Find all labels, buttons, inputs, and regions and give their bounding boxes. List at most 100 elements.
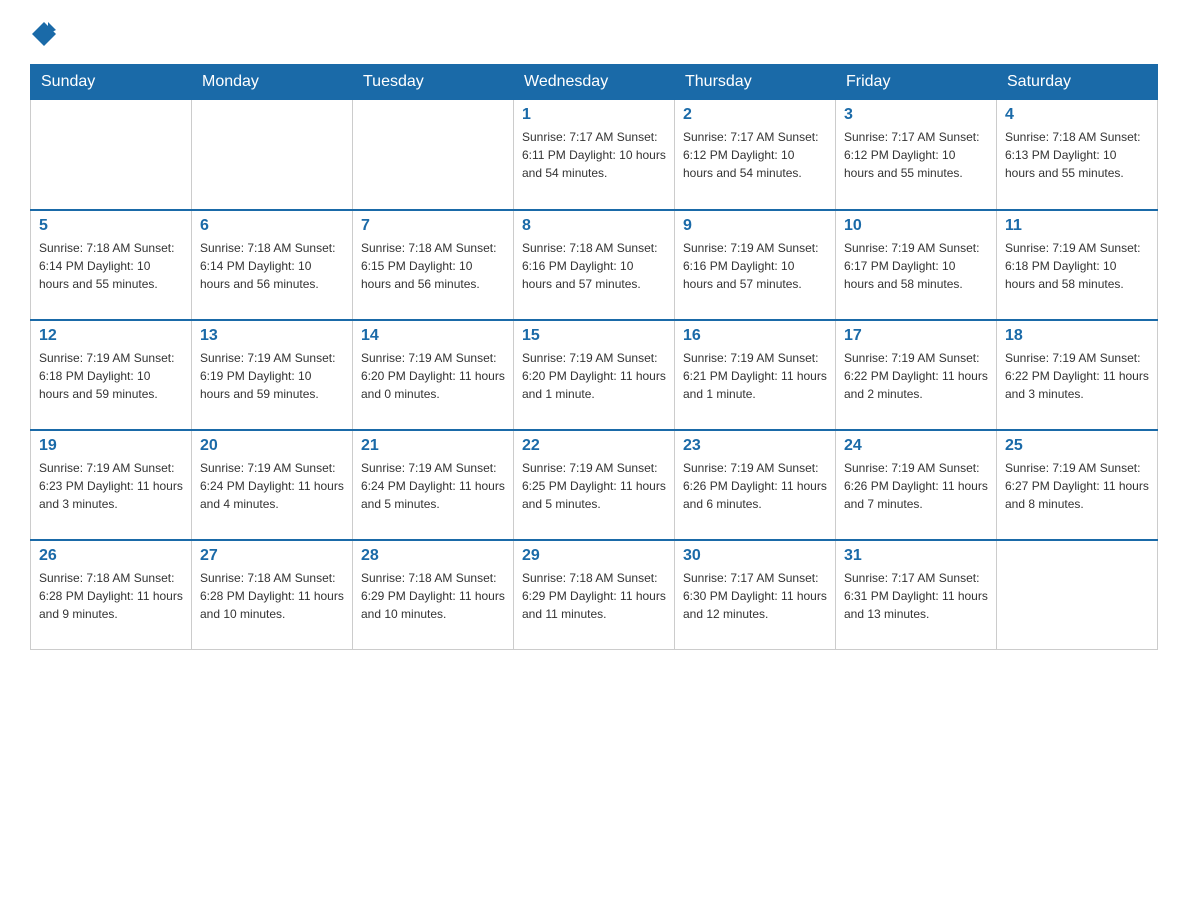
calendar-cell: 2 Sunrise: 7:17 AM Sunset: 6:12 PM Daylig…: [675, 100, 836, 210]
day-info: Sunrise: 7:19 AM Sunset: 6:17 PM Dayligh…: [844, 239, 988, 293]
day-info: Sunrise: 7:18 AM Sunset: 6:16 PM Dayligh…: [522, 239, 666, 293]
calendar-cell: 26 Sunrise: 7:18 AM Sunset: 6:28 PM Dayli…: [31, 540, 192, 650]
logo-flag-icon: [30, 20, 58, 48]
day-number: 6: [200, 217, 344, 235]
calendar-header-saturday: Saturday: [997, 65, 1158, 100]
calendar-cell: 21 Sunrise: 7:19 AM Sunset: 6:24 PM Dayli…: [353, 430, 514, 540]
day-info: Sunrise: 7:18 AM Sunset: 6:13 PM Dayligh…: [1005, 128, 1149, 182]
calendar-cell: [192, 100, 353, 210]
calendar-cell: 19Sunrise: 7:19 AM Sunset: 6:23 PM Dayli…: [31, 430, 192, 540]
day-number: 2: [683, 106, 827, 124]
calendar-cell: 17 Sunrise: 7:19 AM Sunset: 6:22 PM Dayli…: [836, 320, 997, 430]
calendar-cell: 9 Sunrise: 7:19 AM Sunset: 6:16 PM Daylig…: [675, 210, 836, 320]
day-info: Sunrise: 7:17 AM Sunset: 6:30 PM Dayligh…: [683, 569, 827, 623]
calendar-cell: 7 Sunrise: 7:18 AM Sunset: 6:15 PM Daylig…: [353, 210, 514, 320]
day-number: 28: [361, 547, 505, 565]
day-info: Sunrise: 7:18 AM Sunset: 6:14 PM Dayligh…: [39, 239, 183, 293]
day-info: Sunrise: 7:17 AM Sunset: 6:11 PM Dayligh…: [522, 128, 666, 182]
day-number: 15: [522, 327, 666, 345]
calendar-cell: 14Sunrise: 7:19 AM Sunset: 6:20 PM Dayli…: [353, 320, 514, 430]
day-info: Sunrise: 7:18 AM Sunset: 6:14 PM Dayligh…: [200, 239, 344, 293]
day-info: Sunrise: 7:19 AM Sunset: 6:25 PM Dayligh…: [522, 459, 666, 513]
calendar-cell: 16 Sunrise: 7:19 AM Sunset: 6:21 PM Dayli…: [675, 320, 836, 430]
day-number: 1: [522, 106, 666, 124]
calendar-cell: 28 Sunrise: 7:18 AM Sunset: 6:29 PM Dayli…: [353, 540, 514, 650]
day-number: 24: [844, 437, 988, 455]
calendar-cell: 18Sunrise: 7:19 AM Sunset: 6:22 PM Dayli…: [997, 320, 1158, 430]
calendar-week-row: 1 Sunrise: 7:17 AM Sunset: 6:11 PM Daylig…: [31, 100, 1158, 210]
day-number: 22: [522, 437, 666, 455]
day-number: 14: [361, 327, 505, 345]
day-info: Sunrise: 7:17 AM Sunset: 6:31 PM Dayligh…: [844, 569, 988, 623]
calendar-cell: 10Sunrise: 7:19 AM Sunset: 6:17 PM Dayli…: [836, 210, 997, 320]
day-info: Sunrise: 7:19 AM Sunset: 6:26 PM Dayligh…: [683, 459, 827, 513]
day-info: Sunrise: 7:19 AM Sunset: 6:19 PM Dayligh…: [200, 349, 344, 403]
day-number: 19: [39, 437, 183, 455]
day-info: Sunrise: 7:19 AM Sunset: 6:20 PM Dayligh…: [522, 349, 666, 403]
day-info: Sunrise: 7:17 AM Sunset: 6:12 PM Dayligh…: [844, 128, 988, 182]
day-number: 5: [39, 217, 183, 235]
day-number: 29: [522, 547, 666, 565]
day-number: 26: [39, 547, 183, 565]
day-number: 9: [683, 217, 827, 235]
calendar-header-sunday: Sunday: [31, 65, 192, 100]
calendar-header-wednesday: Wednesday: [514, 65, 675, 100]
calendar-cell: 25 Sunrise: 7:19 AM Sunset: 6:27 PM Dayli…: [997, 430, 1158, 540]
calendar-week-row: 12 Sunrise: 7:19 AM Sunset: 6:18 PM Dayli…: [31, 320, 1158, 430]
day-info: Sunrise: 7:18 AM Sunset: 6:15 PM Dayligh…: [361, 239, 505, 293]
calendar-header-row: SundayMondayTuesdayWednesdayThursdayFrid…: [31, 65, 1158, 100]
calendar-cell: 12 Sunrise: 7:19 AM Sunset: 6:18 PM Dayli…: [31, 320, 192, 430]
calendar-cell: 27Sunrise: 7:18 AM Sunset: 6:28 PM Dayli…: [192, 540, 353, 650]
day-number: 16: [683, 327, 827, 345]
day-info: Sunrise: 7:19 AM Sunset: 6:16 PM Dayligh…: [683, 239, 827, 293]
calendar-cell: [353, 100, 514, 210]
day-number: 7: [361, 217, 505, 235]
day-number: 8: [522, 217, 666, 235]
day-number: 20: [200, 437, 344, 455]
calendar-header-monday: Monday: [192, 65, 353, 100]
calendar-header-friday: Friday: [836, 65, 997, 100]
calendar-week-row: 26 Sunrise: 7:18 AM Sunset: 6:28 PM Dayli…: [31, 540, 1158, 650]
calendar-cell: 1 Sunrise: 7:17 AM Sunset: 6:11 PM Daylig…: [514, 100, 675, 210]
calendar-cell: 20 Sunrise: 7:19 AM Sunset: 6:24 PM Dayli…: [192, 430, 353, 540]
day-info: Sunrise: 7:18 AM Sunset: 6:28 PM Dayligh…: [39, 569, 183, 623]
day-number: 21: [361, 437, 505, 455]
day-info: Sunrise: 7:19 AM Sunset: 6:18 PM Dayligh…: [39, 349, 183, 403]
day-info: Sunrise: 7:19 AM Sunset: 6:18 PM Dayligh…: [1005, 239, 1149, 293]
day-number: 23: [683, 437, 827, 455]
calendar-cell: 31 Sunrise: 7:17 AM Sunset: 6:31 PM Dayli…: [836, 540, 997, 650]
calendar-header-tuesday: Tuesday: [353, 65, 514, 100]
calendar-cell: 24 Sunrise: 7:19 AM Sunset: 6:26 PM Dayli…: [836, 430, 997, 540]
calendar-cell: [31, 100, 192, 210]
day-info: Sunrise: 7:19 AM Sunset: 6:24 PM Dayligh…: [361, 459, 505, 513]
calendar-cell: 15 Sunrise: 7:19 AM Sunset: 6:20 PM Dayli…: [514, 320, 675, 430]
calendar-cell: 22 Sunrise: 7:19 AM Sunset: 6:25 PM Dayli…: [514, 430, 675, 540]
calendar-table: SundayMondayTuesdayWednesdayThursdayFrid…: [30, 64, 1158, 650]
calendar-cell: 6 Sunrise: 7:18 AM Sunset: 6:14 PM Daylig…: [192, 210, 353, 320]
day-number: 3: [844, 106, 988, 124]
day-number: 4: [1005, 106, 1149, 124]
calendar-cell: 11Sunrise: 7:19 AM Sunset: 6:18 PM Dayli…: [997, 210, 1158, 320]
day-info: Sunrise: 7:19 AM Sunset: 6:21 PM Dayligh…: [683, 349, 827, 403]
day-number: 27: [200, 547, 344, 565]
day-number: 31: [844, 547, 988, 565]
calendar-cell: 13Sunrise: 7:19 AM Sunset: 6:19 PM Dayli…: [192, 320, 353, 430]
calendar-cell: 23 Sunrise: 7:19 AM Sunset: 6:26 PM Dayli…: [675, 430, 836, 540]
logo-text: [30, 20, 58, 54]
calendar-week-row: 19Sunrise: 7:19 AM Sunset: 6:23 PM Dayli…: [31, 430, 1158, 540]
calendar-week-row: 5 Sunrise: 7:18 AM Sunset: 6:14 PM Daylig…: [31, 210, 1158, 320]
day-info: Sunrise: 7:19 AM Sunset: 6:26 PM Dayligh…: [844, 459, 988, 513]
logo: [30, 20, 58, 54]
day-number: 25: [1005, 437, 1149, 455]
day-info: Sunrise: 7:17 AM Sunset: 6:12 PM Dayligh…: [683, 128, 827, 182]
day-info: Sunrise: 7:18 AM Sunset: 6:29 PM Dayligh…: [361, 569, 505, 623]
day-number: 17: [844, 327, 988, 345]
calendar-cell: [997, 540, 1158, 650]
calendar-cell: 4 Sunrise: 7:18 AM Sunset: 6:13 PM Daylig…: [997, 100, 1158, 210]
day-info: Sunrise: 7:19 AM Sunset: 6:24 PM Dayligh…: [200, 459, 344, 513]
calendar-cell: 3 Sunrise: 7:17 AM Sunset: 6:12 PM Daylig…: [836, 100, 997, 210]
day-number: 12: [39, 327, 183, 345]
day-info: Sunrise: 7:19 AM Sunset: 6:22 PM Dayligh…: [844, 349, 988, 403]
calendar-cell: 29Sunrise: 7:18 AM Sunset: 6:29 PM Dayli…: [514, 540, 675, 650]
day-info: Sunrise: 7:19 AM Sunset: 6:27 PM Dayligh…: [1005, 459, 1149, 513]
